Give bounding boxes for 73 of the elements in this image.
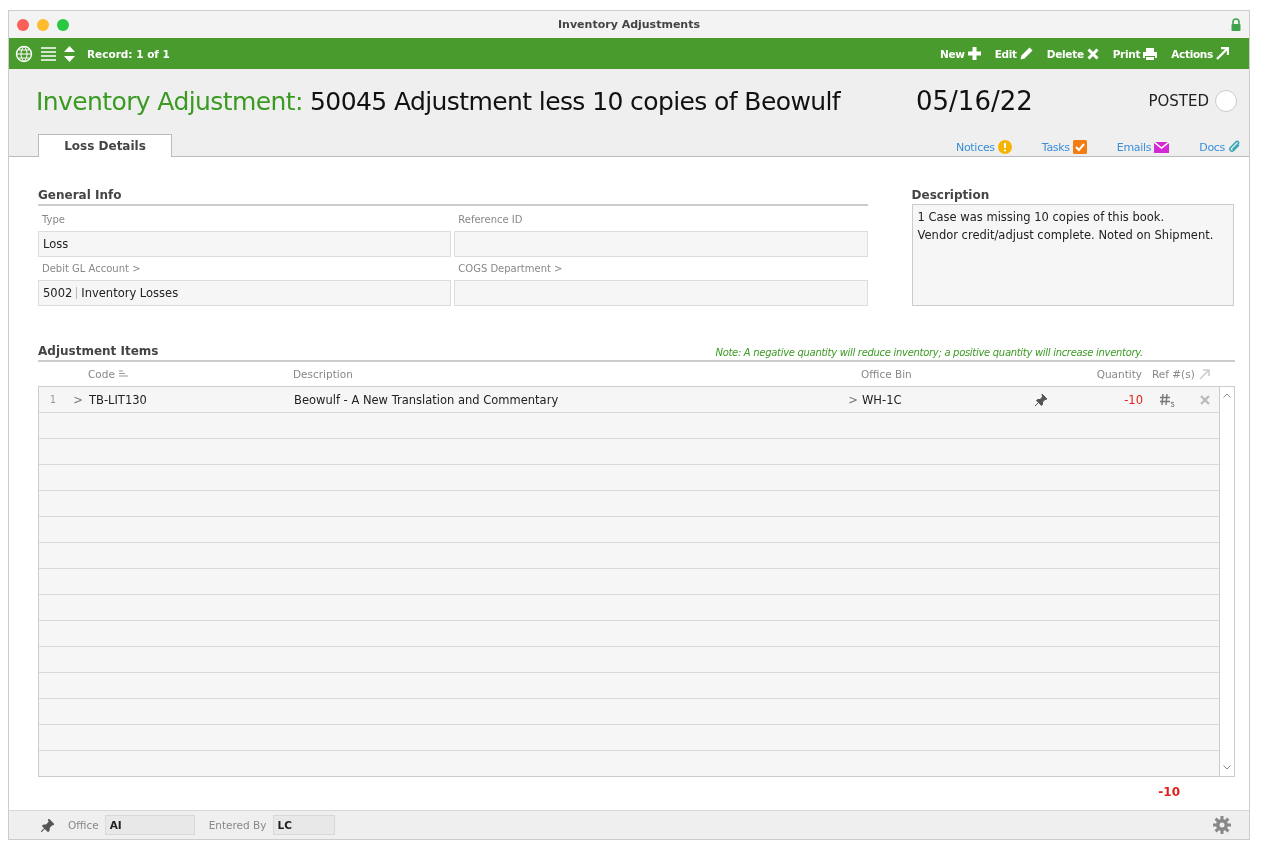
hash-icon[interactable] <box>1159 392 1175 407</box>
note-text: Note: A negative quantity will reduce inventory; a positive quantity will increase inventory. <box>715 347 1143 358</box>
record-counter: Record: 1 of 1 <box>87 47 170 60</box>
field-label: Type <box>41 214 66 227</box>
expand-toggle[interactable]: > <box>67 392 89 407</box>
entered-by-field[interactable]: LC <box>272 815 335 835</box>
input-field[interactable] <box>454 280 868 306</box>
field-label: Reference ID <box>457 214 524 227</box>
column-header[interactable]: Description <box>293 368 843 380</box>
column-header[interactable]: Office Bin <box>861 368 1020 380</box>
close-button[interactable] <box>17 18 29 31</box>
globe-icon[interactable] <box>15 44 33 63</box>
up-down-icon[interactable] <box>64 45 75 62</box>
input-field[interactable]: Loss <box>38 231 452 257</box>
delete-button[interactable]: Delete <box>1046 47 1099 60</box>
checkbox-icon <box>1072 140 1087 154</box>
plus-icon <box>967 47 981 60</box>
docs-link[interactable]: Docs <box>1199 140 1241 154</box>
settings-icon[interactable] <box>1213 816 1231 834</box>
actions-button[interactable]: Actions <box>1171 47 1229 60</box>
paperclip-icon <box>1228 140 1241 154</box>
field-label: COGS Department > <box>457 263 564 276</box>
emails-link[interactable]: Emails <box>1116 140 1170 154</box>
edit-button[interactable]: Edit <box>994 47 1033 60</box>
field-label: Debit GL Account > <box>41 263 142 276</box>
lock-icon <box>1231 18 1241 31</box>
arrow-icon <box>1216 47 1229 60</box>
up-icon[interactable] <box>1223 393 1231 398</box>
field-label: Office <box>68 819 99 831</box>
pin-icon[interactable] <box>1035 393 1047 406</box>
table-cell-text: Beowulf - A New Translation and Commentary <box>294 392 560 407</box>
zoom-button[interactable] <box>57 18 69 31</box>
status-label: POSTED <box>1148 92 1209 110</box>
printer-icon <box>1143 47 1158 60</box>
office-field[interactable]: AI <box>104 815 195 835</box>
input-field[interactable] <box>454 231 868 257</box>
record-date: 05/16/22 <box>916 86 1033 116</box>
pin-icon[interactable] <box>41 818 54 832</box>
print-button[interactable]: Print <box>1112 47 1158 60</box>
row-number: 1 <box>48 394 58 405</box>
column-header[interactable]: Quantity <box>1060 368 1142 380</box>
notices-link[interactable]: Notices <box>956 140 1012 154</box>
input-field[interactable]: 5002 Inventory Losses <box>38 280 452 306</box>
new-button[interactable]: New <box>940 47 981 60</box>
window-title: Inventory Adjustments <box>558 18 700 31</box>
column-header[interactable]: Code <box>88 368 293 380</box>
list-icon[interactable] <box>41 46 56 61</box>
arrow-icon <box>1198 368 1210 380</box>
quantity-total: -10 <box>1157 785 1180 799</box>
quantity-cell-text: -10 <box>1123 392 1143 407</box>
tab[interactable]: Loss Details <box>38 134 172 157</box>
table-cell-text: TB-LIT130 <box>89 392 148 407</box>
bin-link[interactable]: > <box>844 392 862 407</box>
alert-icon <box>997 140 1012 154</box>
scrollbar[interactable] <box>1219 387 1234 776</box>
table-row[interactable]: 1 > TB-LIT130 Beowulf - A New Translation and Commentary > WH-1C -10 <box>39 387 1219 413</box>
table-cell-text: WH-1C <box>862 392 903 407</box>
minimize-button[interactable] <box>37 18 49 31</box>
section-heading: General Info <box>38 188 868 206</box>
column-header[interactable]: Ref #(s) <box>1152 368 1195 380</box>
down-icon[interactable] <box>1223 765 1231 770</box>
tasks-link[interactable]: Tasks <box>1041 140 1087 154</box>
delete-icon[interactable] <box>1200 394 1210 405</box>
field-label: Entered By <box>208 819 267 831</box>
description-field[interactable]: 1 Case was missing 10 copies of this book. Vendor credit/adjust complete. Noted on Shipment. <box>911 204 1234 306</box>
section-heading: Description <box>911 188 991 204</box>
posted-toggle[interactable] <box>1215 90 1237 112</box>
close-icon <box>1086 47 1099 60</box>
record-title: Inventory Adjustment: 50045 Adjustment less 10 copies of Beowulf <box>36 86 842 116</box>
section-heading: Adjustment Items <box>38 344 159 358</box>
sort-icon <box>118 370 128 378</box>
pencil-icon <box>1019 47 1033 60</box>
envelope-icon <box>1154 141 1170 153</box>
